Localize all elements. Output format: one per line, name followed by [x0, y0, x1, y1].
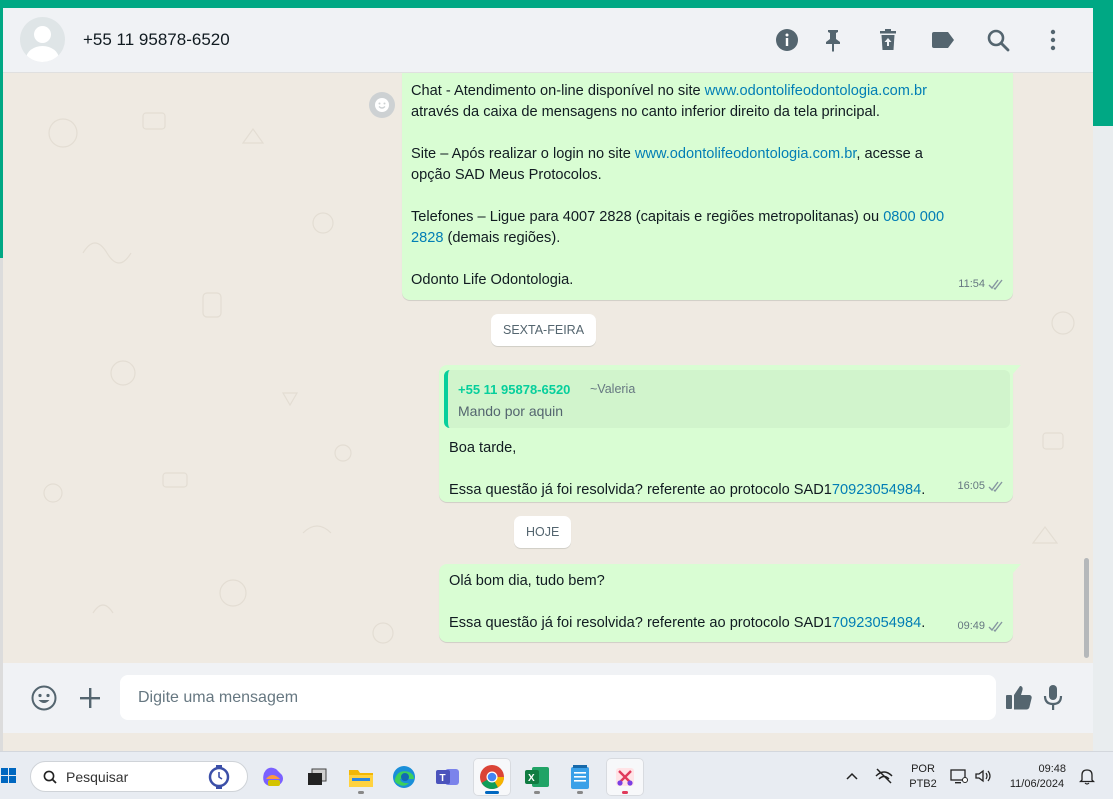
window-top-accent: [0, 0, 1113, 8]
clock[interactable]: 09:48 11/06/2024: [1004, 762, 1070, 792]
active-indicator: [485, 791, 499, 794]
message-text: Essa questão já foi resolvida? referente…: [449, 482, 832, 498]
keyboard-layout: PTB2: [909, 778, 937, 790]
protocol-link[interactable]: 70923054984: [832, 615, 921, 631]
composer-bar: [3, 663, 1093, 733]
avatar[interactable]: [20, 17, 65, 62]
contact-name[interactable]: +55 11 95878-6520: [83, 30, 230, 50]
message-bubble-3[interactable]: Olá bom dia, tudo bem? Essa questão já f…: [439, 564, 1021, 642]
running-indicator: [577, 791, 583, 794]
message-text: opção SAD Meus Protocolos.: [411, 167, 602, 183]
edge-browser-icon[interactable]: [385, 758, 423, 796]
snipping-tool-icon[interactable]: [606, 758, 644, 796]
protocol-link[interactable]: 70923054984: [832, 482, 921, 498]
message-input[interactable]: [120, 675, 996, 720]
search-highlight-icon: [208, 765, 230, 789]
menu-icon[interactable]: [1040, 27, 1066, 53]
message-text: Odonto Life Odontologia.: [411, 272, 574, 288]
svg-text:X: X: [528, 773, 535, 784]
message-meta: 09:49: [957, 616, 1005, 637]
svg-text:T: T: [440, 773, 446, 784]
windows-taskbar: Pesquisar T X POR PTB2 09:48 11/06/2024: [0, 751, 1113, 799]
thumbs-up-icon[interactable]: [1004, 683, 1034, 713]
chat-scrollbar[interactable]: [1084, 558, 1089, 658]
quoted-text: Mando por aquin: [458, 403, 564, 419]
running-indicator: [622, 791, 628, 794]
message-text: (demais regiões).: [443, 230, 561, 246]
message-text: Chat - Atendimento on-line disponível no…: [411, 83, 705, 99]
search-label: Pesquisar: [66, 769, 129, 785]
double-check-icon: [988, 279, 1003, 290]
quoted-alias: ~Valeria: [590, 382, 636, 396]
message-text: Boa tarde,: [449, 440, 517, 456]
running-indicator: [358, 791, 364, 794]
bubble-tail: [1012, 365, 1021, 375]
message-text: Telefones – Ligue para 4007 2828 (capita…: [411, 209, 884, 225]
message-text: Olá bom dia, tudo bem?: [449, 573, 605, 589]
date-divider: SEXTA-FEIRA: [491, 314, 597, 346]
quoted-sender: +55 11 95878-6520: [458, 382, 571, 397]
running-indicator: [534, 791, 540, 794]
message-bubble-1[interactable]: Chat - Atendimento on-line disponível no…: [402, 73, 1013, 300]
volume-icon[interactable]: [973, 766, 993, 786]
message-text: Essa questão já foi resolvida? referente…: [449, 615, 832, 631]
excel-icon[interactable]: X: [518, 758, 556, 796]
chevron-up-icon[interactable]: [844, 768, 860, 784]
pin-icon[interactable]: [820, 27, 846, 53]
label-icon[interactable]: [930, 27, 956, 53]
message-text: .: [921, 615, 926, 631]
search-icon[interactable]: [985, 27, 1011, 53]
right-pane: [1093, 126, 1113, 751]
input-language-indicator[interactable]: POR PTB2: [906, 762, 940, 792]
file-explorer-icon[interactable]: [342, 758, 380, 796]
search-icon: [43, 770, 57, 784]
info-icon[interactable]: [774, 27, 800, 53]
avatar-body: [26, 46, 59, 62]
clock-date: 11/06/2024: [1009, 778, 1065, 790]
chat-area: Chat - Atendimento on-line disponível no…: [3, 73, 1093, 663]
smiley-icon: [375, 98, 389, 112]
display-icon[interactable]: [949, 766, 969, 786]
avatar-head: [34, 26, 51, 43]
network-offline-icon[interactable]: [873, 766, 895, 786]
message-meta: 16:05: [957, 476, 1005, 497]
phone-link[interactable]: 2828: [411, 230, 443, 246]
clock-time: 09:48: [1038, 763, 1066, 775]
quoted-message[interactable]: +55 11 95878-6520 ~Valeria Mando por aqu…: [444, 370, 1010, 428]
website-link[interactable]: www.odontolifeodontologia.com.br: [635, 146, 856, 162]
message-time: 16:05: [957, 480, 985, 492]
message-text: Site – Após realizar o login no site: [411, 146, 635, 162]
whatsapp-chat-window: +55 11 95878-6520 Chat - Atendimento on-…: [3, 8, 1093, 751]
bubble-tail: [1012, 564, 1021, 574]
message-time: 09:49: [957, 620, 985, 632]
message-bubble-2[interactable]: +55 11 95878-6520 ~Valeria Mando por aqu…: [439, 365, 1021, 502]
double-check-icon: [988, 481, 1003, 492]
lang-code: POR: [911, 763, 935, 775]
start-button[interactable]: [0, 764, 18, 788]
emoji-icon[interactable]: [30, 684, 58, 712]
website-link[interactable]: www.odontolifeodontologia.com.br: [705, 83, 927, 99]
message-text: através da caixa de mensagens no canto i…: [411, 104, 880, 120]
react-button[interactable]: [369, 92, 395, 118]
notepad-icon[interactable]: [561, 758, 599, 796]
phone-link[interactable]: 0800 000: [883, 209, 944, 225]
message-text: , acesse a: [856, 146, 923, 162]
date-divider: HOJE: [514, 516, 572, 548]
message-time: 11:54: [958, 278, 985, 290]
chat-header: +55 11 95878-6520: [3, 8, 1093, 73]
copilot-app-icon[interactable]: [254, 758, 292, 796]
delete-icon[interactable]: [875, 27, 901, 53]
microphone-icon[interactable]: [1041, 683, 1065, 713]
notification-bell-icon[interactable]: [1078, 767, 1096, 785]
chrome-icon[interactable]: [473, 758, 511, 796]
double-check-icon: [988, 621, 1003, 632]
message-meta: 11:54: [958, 274, 1005, 295]
taskbar-search[interactable]: Pesquisar: [30, 761, 248, 792]
attach-plus-icon[interactable]: [76, 684, 104, 712]
teams-icon[interactable]: T: [429, 758, 467, 796]
task-view-icon[interactable]: [298, 758, 336, 796]
message-text: .: [921, 482, 926, 498]
window-right-accent: [1093, 8, 1113, 126]
